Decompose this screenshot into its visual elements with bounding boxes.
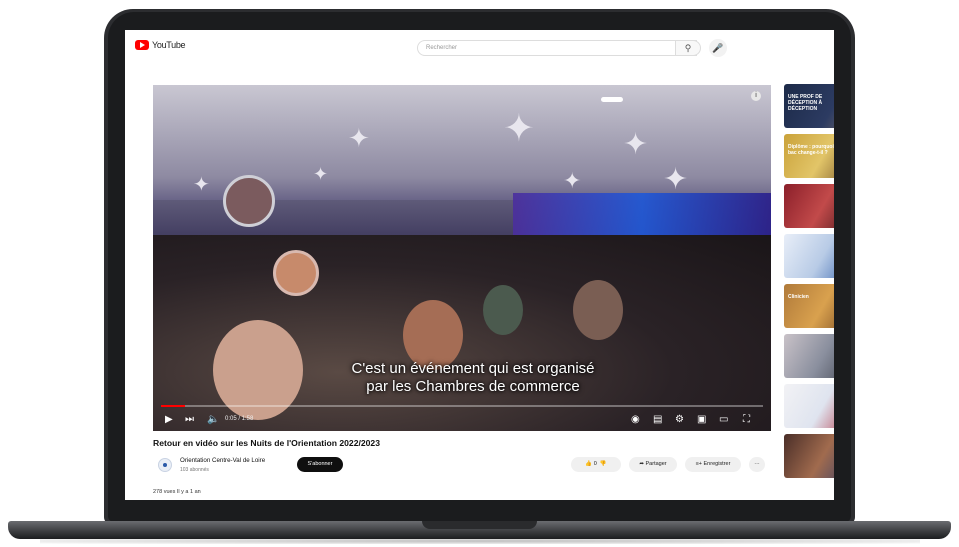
- youtube-logo-text: YouTube: [152, 40, 186, 50]
- save-button[interactable]: ≡+ Enregistrer: [685, 457, 741, 472]
- related-video-thumbnail[interactable]: 6:12: [784, 434, 834, 478]
- subtitles-icon[interactable]: ▤: [653, 414, 662, 426]
- related-video-thumbnail[interactable]: Clinicien5:32: [784, 284, 834, 328]
- video-time: 0:05 / 1:58: [225, 416, 254, 422]
- search-icon: ⚲: [684, 43, 692, 53]
- youtube-logo[interactable]: YouTube: [135, 40, 186, 50]
- video-scene-star: ✦: [193, 174, 210, 196]
- mic-icon: 🎤: [712, 43, 724, 53]
- like-count: 0: [593, 461, 597, 467]
- fullscreen-icon[interactable]: ⛶: [743, 414, 750, 426]
- video-scene-star: ✦: [348, 123, 370, 153]
- video-settings-icon[interactable]: i: [751, 91, 761, 101]
- volume-icon[interactable]: 🔈: [207, 414, 219, 426]
- related-video-title: Diplôme : pourquoi le bac change-t-il ?: [788, 144, 834, 156]
- related-video-title: Clinicien: [788, 294, 809, 300]
- settings-gear-icon[interactable]: ⚙: [675, 414, 684, 426]
- channel-name[interactable]: Orientation Centre-Val de Loire: [180, 457, 265, 464]
- related-video-thumbnail[interactable]: Diplôme : pourquoi le bac change-t-il ?8…: [784, 134, 834, 178]
- video-scene-sign: [273, 250, 319, 296]
- subscribe-button[interactable]: S'abonner: [297, 457, 343, 472]
- next-icon[interactable]: ⏭: [185, 414, 194, 426]
- video-scene-person: [483, 285, 523, 335]
- miniplayer-icon[interactable]: ▣: [697, 414, 706, 426]
- video-player[interactable]: ✦ ✦ ✦ ✦ ✦ ✦ ✦ i C'est un événement qui e…: [153, 85, 771, 431]
- video-scene-person: [573, 280, 623, 340]
- related-video-thumbnail[interactable]: UNE PROF DE DÉCEPTION À DÉCEPTION0:15: [784, 84, 834, 128]
- caption-line-2: par les Chambres de commerce: [366, 378, 580, 395]
- caption-line-1: C'est un événement qui est organisé: [351, 360, 595, 377]
- video-title: Retour en vidéo sur les Nuits de l'Orien…: [153, 438, 380, 448]
- save-icon: ≡+: [695, 461, 702, 467]
- video-progress-fill: [161, 405, 186, 407]
- video-caption: C'est un événement qui est organisé par …: [323, 360, 623, 396]
- like-icon[interactable]: 👍: [585, 461, 592, 467]
- laptop-notch: [422, 521, 537, 529]
- video-scene-star: ✦: [663, 163, 689, 196]
- dislike-icon[interactable]: 👎: [598, 461, 607, 467]
- play-icon[interactable]: ▶: [165, 414, 173, 426]
- share-icon: ➦: [639, 461, 644, 467]
- video-scene-star: ✦: [563, 168, 582, 193]
- youtube-header: YouTube Rechercher ⚲ 🎤: [125, 30, 834, 64]
- youtube-play-icon: [135, 40, 149, 50]
- share-button[interactable]: ➦ Partager: [629, 457, 677, 472]
- related-video-thumbnail[interactable]: 2:11: [784, 234, 834, 278]
- related-video-title: UNE PROF DE DÉCEPTION À DÉCEPTION: [788, 94, 823, 112]
- search-input[interactable]: Rechercher: [417, 40, 697, 56]
- video-views-date: 278 vues Il y a 1 an: [153, 489, 201, 495]
- video-scene-star: ✦: [503, 108, 535, 150]
- share-label: Partager: [645, 461, 667, 467]
- save-label: Enregistrer: [703, 461, 731, 467]
- theater-mode-icon[interactable]: ▭: [719, 414, 728, 426]
- search-button[interactable]: ⚲: [675, 40, 701, 56]
- related-video-thumbnail[interactable]: 3:47: [784, 334, 834, 378]
- video-scene-decoration: [223, 175, 275, 227]
- video-scene-light: [601, 97, 623, 102]
- channel-avatar[interactable]: [158, 458, 172, 472]
- video-scene-star: ✦: [623, 128, 649, 161]
- channel-subscriber-count: 103 abonnés: [180, 467, 209, 473]
- autoplay-toggle[interactable]: ◉: [631, 414, 640, 426]
- video-scene-star: ✦: [313, 164, 329, 184]
- related-video-thumbnail[interactable]: 1:05: [784, 384, 834, 428]
- related-video-thumbnail[interactable]: 4:20: [784, 184, 834, 228]
- video-controls: ▶ ⏭ 🔈 0:05 / 1:58 ◉ ▤ ⚙ ▣ ▭ ⛶: [153, 411, 771, 431]
- video-progress-bar[interactable]: [161, 405, 763, 407]
- more-actions-button[interactable]: ···: [749, 457, 765, 472]
- laptop-screen: YouTube Rechercher ⚲ 🎤 ✦ ✦ ✦ ✦ ✦ ✦ ✦ i C…: [125, 30, 834, 500]
- like-dislike-group: 👍 0 👎: [571, 457, 621, 472]
- voice-search-button[interactable]: 🎤: [709, 39, 727, 57]
